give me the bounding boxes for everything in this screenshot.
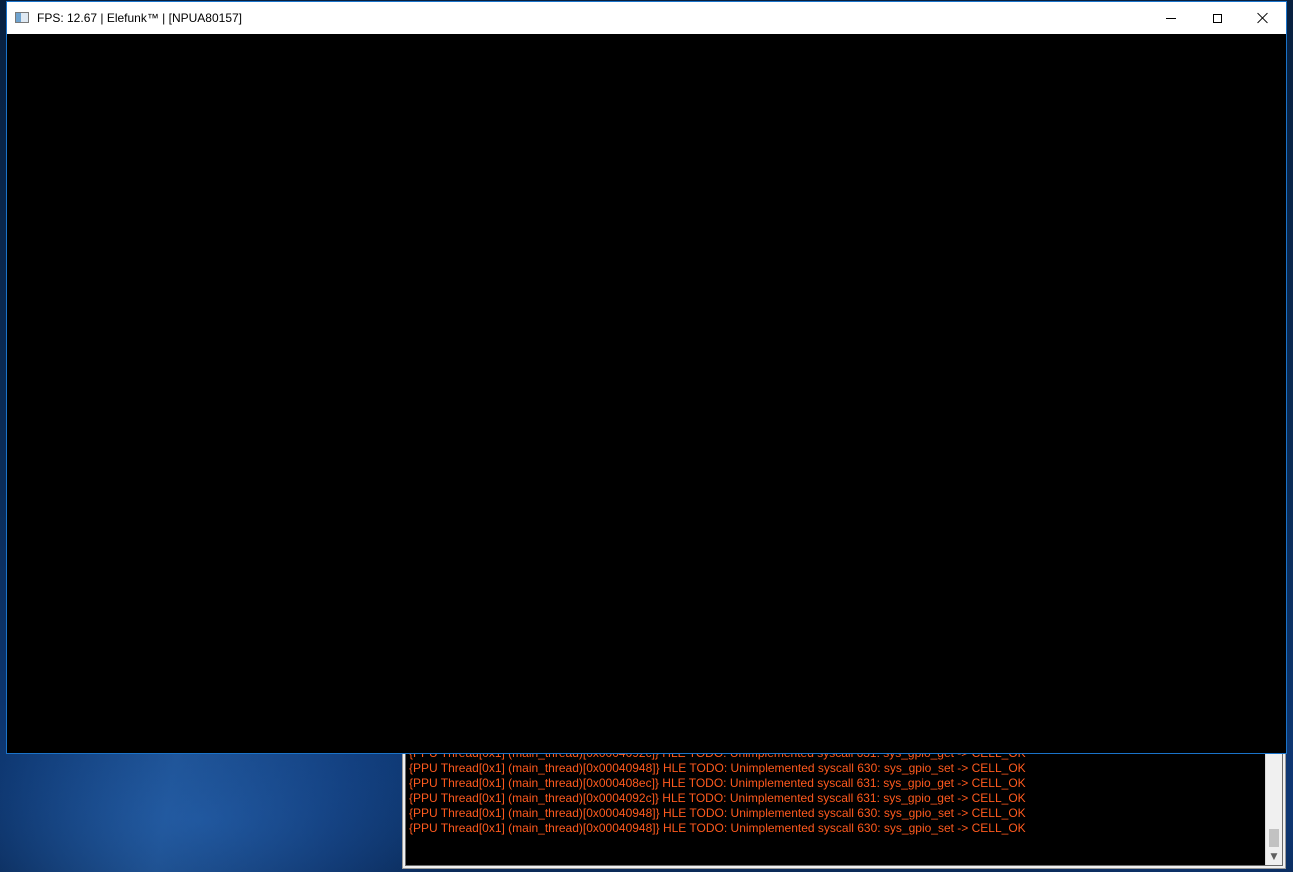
maximize-icon: [1212, 13, 1222, 23]
log-window: {PPU Thread[0x1] (main_thread)[0x0004092…: [402, 738, 1286, 869]
log-output-area[interactable]: {PPU Thread[0x1] (main_thread)[0x0004092…: [405, 741, 1283, 866]
app-window-icon[interactable]: [15, 12, 29, 23]
desktop-background: {PPU Thread[0x1] (main_thread)[0x0004092…: [0, 0, 1293, 872]
window-titlebar[interactable]: FPS: 12.67 | Elefunk™ | [NPUA80157]: [7, 2, 1286, 34]
emulator-window: FPS: 12.67 | Elefunk™ | [NPUA80157]: [6, 1, 1287, 754]
scroll-thumb[interactable]: [1269, 829, 1279, 847]
scroll-down-arrow-icon[interactable]: ▼: [1266, 849, 1282, 865]
close-icon: [1257, 12, 1269, 24]
wallpaper-light-beam: [0, 750, 420, 872]
log-lines: {PPU Thread[0x1] (main_thread)[0x0004092…: [409, 746, 1262, 836]
minimize-icon: [1166, 17, 1176, 19]
log-line: {PPU Thread[0x1] (main_thread)[0x0004094…: [409, 821, 1026, 835]
log-line: {PPU Thread[0x1] (main_thread)[0x0004094…: [409, 761, 1026, 775]
log-line: {PPU Thread[0x1] (main_thread)[0x000408e…: [409, 776, 1026, 790]
minimize-button[interactable]: [1148, 2, 1194, 34]
game-render-viewport[interactable]: [7, 34, 1286, 753]
window-title: FPS: 12.67 | Elefunk™ | [NPUA80157]: [37, 11, 243, 25]
close-button[interactable]: [1240, 2, 1286, 34]
maximize-button[interactable]: [1194, 2, 1240, 34]
log-line: {PPU Thread[0x1] (main_thread)[0x0004094…: [409, 806, 1026, 820]
log-scrollbar[interactable]: ▲ ▼: [1265, 742, 1282, 865]
log-line: {PPU Thread[0x1] (main_thread)[0x0004092…: [409, 791, 1026, 805]
